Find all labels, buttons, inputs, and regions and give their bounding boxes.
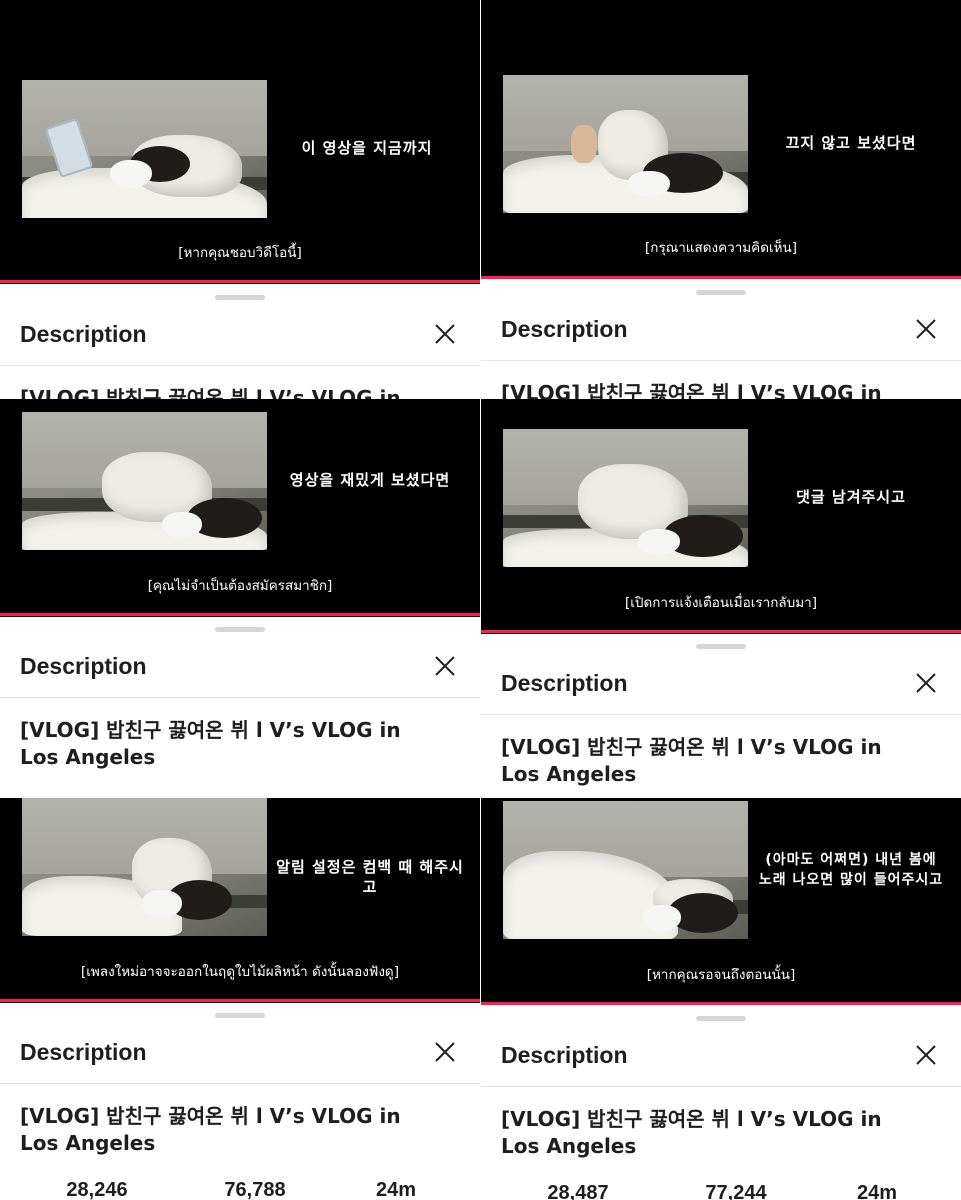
subtitle-korean: 영상을 재밌게 보셨다면 [289, 471, 451, 489]
progress-bar[interactable] [0, 613, 480, 616]
progress-bar[interactable] [0, 999, 480, 1002]
subtitle-thai: [หากคุณรอจนถึงตอนนั้น] [646, 967, 796, 983]
subtitle-thai: [เปิดการแจ้งเตือนเมื่อเรากลับมา] [625, 595, 817, 611]
divider [0, 697, 480, 698]
description-heading: Description [501, 1042, 628, 1068]
views-count: 77,244 [705, 1182, 767, 1200]
subtitle-korean: (아마도 어쩌면) 내년 봄에 노래 나오면 많이 들어주시고 [758, 852, 944, 888]
description-heading: Description [20, 653, 147, 679]
subtitle-thai: [หากคุณชอบวิดีโอนี้] [178, 245, 302, 261]
views-count: 76,788 [224, 1179, 286, 1200]
video-frame [503, 801, 748, 939]
screenshot-panel-3: 영상을 재밌게 보셨다면 [คุณไม่จำเป็นต้องสมัครสมาชิ… [0, 399, 480, 798]
video-player[interactable]: 영상을 재밌게 보셨다면 [คุณไม่จำเป็นต้องสมัครสมาชิ… [0, 399, 480, 617]
description-heading: Description [20, 321, 147, 347]
video-frame [22, 798, 267, 936]
subtitle-korean: 끄지 않고 보셨다면 [785, 134, 917, 152]
screenshot-panel-2: 끄지 않고 보셨다면 [กรุณาแสดงความคิดเห็น] Descri… [481, 0, 961, 399]
video-title: [VLOG] 밥친구 끓여온 뷔 l V’s VLOG in Los Angel… [501, 1107, 882, 1158]
video-title: [VLOG] 밥친구 끓여온 뷔 l V’s VLOG in Los Angel… [20, 1104, 401, 1155]
subtitle-korean: 알림 설정은 컴백 때 해주시고 [276, 858, 464, 896]
progress-bar[interactable] [481, 630, 961, 633]
subtitle-korean: 이 영상을 지금까지 [301, 139, 433, 157]
description-sheet: Description [VLOG] 밥친구 끓여온 뷔 l V’s VLOG … [0, 1003, 480, 1200]
video-frame [503, 75, 748, 213]
video-player[interactable]: 이 영상을 지금까지 [หากคุณชอบวิดีโอนี้] [0, 0, 480, 284]
video-frame [22, 80, 267, 218]
video-title: [VLOG] 밥친구 끓여온 뷔 l V’s VLOG in Los Angel… [20, 718, 401, 769]
divider [0, 365, 480, 366]
upload-time: 24m [375, 1179, 417, 1200]
video-player[interactable]: 알림 설정은 컴백 때 해주시고 [เพลงใหม่อาจจะออกในฤดูใ… [0, 798, 480, 1003]
screenshot-panel-4: 댓글 남겨주시고 [เปิดการแจ้งเตือนเมื่อเรากลับมา… [481, 399, 961, 798]
progress-bar[interactable] [0, 280, 480, 283]
close-icon[interactable] [434, 1041, 456, 1063]
close-icon[interactable] [434, 323, 456, 345]
drag-handle[interactable] [696, 290, 746, 295]
progress-bar[interactable] [481, 1002, 961, 1005]
video-title: [VLOG] 밥친구 끓여온 뷔 l V’s VLOG in Los Angel… [501, 381, 882, 399]
description-sheet: Description [VLOG] 밥친구 끓여온 뷔 l V’s VLOG … [481, 634, 961, 798]
drag-handle[interactable] [696, 644, 746, 649]
subtitle-thai: [คุณไม่จำเป็นต้องสมัครสมาชิก] [147, 578, 333, 594]
divider [481, 1086, 961, 1087]
video-frame [503, 429, 748, 567]
description-sheet: Description [VLOG] 밥친구 끓여온 뷔 l V’s VLOG … [481, 1006, 961, 1200]
video-title: [VLOG] 밥친구 끓여온 뷔 l V’s VLOG in Los Angel… [20, 386, 401, 399]
description-sheet: Description [VLOG] 밥친구 끓여온 뷔 l V’s VLOG … [481, 280, 961, 399]
video-player[interactable]: 댓글 남겨주시고 [เปิดการแจ้งเตือนเมื่อเรากลับมา… [481, 399, 961, 634]
screenshot-panel-1: 이 영상을 지금까지 [หากคุณชอบวิดีโอนี้] Descript… [0, 0, 480, 399]
description-heading: Description [20, 1039, 147, 1065]
subtitle-thai: [กรุณาแสดงความคิดเห็น] [645, 240, 797, 256]
video-player[interactable]: 끄지 않고 보셨다면 [กรุณาแสดงความคิดเห็น] [481, 0, 961, 279]
drag-handle[interactable] [215, 295, 265, 300]
close-icon[interactable] [915, 1044, 937, 1066]
close-icon[interactable] [915, 672, 937, 694]
drag-handle[interactable] [696, 1016, 746, 1021]
description-sheet: Description [VLOG] 밥친구 끓여온 뷔 l V’s VLOG … [0, 285, 480, 399]
likes-count: 28,246 [66, 1179, 128, 1200]
screenshot-panel-6: (아마도 어쩌면) 내년 봄에 노래 나오면 많이 들어주시고 [หากคุณร… [481, 798, 961, 1200]
subtitle-thai: [เพลงใหม่อาจจะออกในฤดูใบไม้ผลิหน้า ดังนั… [81, 964, 399, 980]
close-icon[interactable] [915, 318, 937, 340]
screenshot-panel-5: 알림 설정은 컴백 때 해주시고 [เพลงใหม่อาจจะออกในฤดูใ… [0, 798, 480, 1200]
description-sheet: Description [VLOG] 밥친구 끓여온 뷔 l V’s VLOG … [0, 617, 480, 798]
divider [481, 360, 961, 361]
drag-handle[interactable] [215, 627, 265, 632]
video-frame [22, 412, 267, 550]
video-title: [VLOG] 밥친구 끓여온 뷔 l V’s VLOG in Los Angel… [501, 735, 882, 786]
video-player[interactable]: (아마도 어쩌면) 내년 봄에 노래 나오면 많이 들어주시고 [หากคุณร… [481, 798, 961, 1005]
upload-time: 24m [856, 1182, 898, 1200]
divider [481, 714, 961, 715]
subtitle-korean: 댓글 남겨주시고 [796, 488, 906, 506]
drag-handle[interactable] [215, 1013, 265, 1018]
likes-count: 28,487 [547, 1182, 609, 1200]
close-icon[interactable] [434, 655, 456, 677]
progress-bar[interactable] [481, 276, 961, 279]
description-heading: Description [501, 316, 628, 342]
description-heading: Description [501, 670, 628, 696]
divider [0, 1083, 480, 1084]
